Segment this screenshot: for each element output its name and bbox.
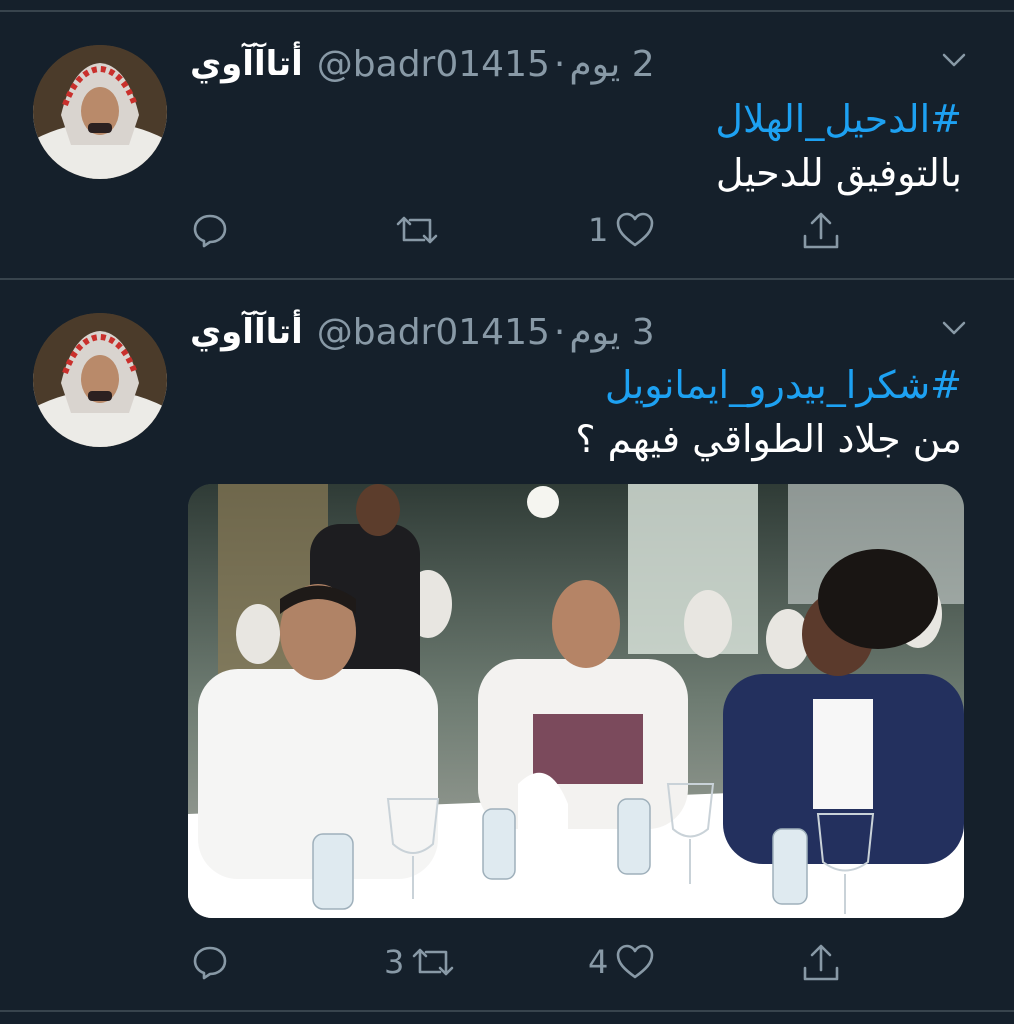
share-button[interactable]: [800, 942, 848, 984]
retweet-icon: [410, 942, 456, 982]
user-handle[interactable]: @badr01415: [317, 312, 550, 353]
tweet-photo[interactable]: [188, 484, 964, 918]
heart-icon: [614, 942, 656, 982]
timestamp[interactable]: 3 يوم: [569, 312, 654, 353]
chevron-down-icon[interactable]: [940, 314, 968, 342]
tweet-header: أتاآآوي @badr01415 · 3 يوم: [190, 310, 655, 354]
display-name[interactable]: أتاآآوي: [190, 44, 303, 84]
retweet-icon: [394, 210, 440, 250]
like-button[interactable]: 1: [588, 210, 656, 250]
reply-button[interactable]: [190, 942, 236, 982]
display-name[interactable]: أتاآآوي: [190, 312, 303, 352]
like-count: 1: [588, 211, 609, 249]
hashtag-link[interactable]: #شكرا_بيدرو_ايمانويل: [575, 358, 962, 412]
tweet-body: #الدحيل_الهلال بالتوفيق للدحيل: [715, 92, 962, 200]
tweet-text: بالتوفيق للدحيل: [715, 151, 962, 195]
retweet-count: 3: [384, 943, 405, 981]
reply-icon: [190, 210, 230, 250]
like-button[interactable]: 4: [588, 942, 656, 982]
tweet[interactable]: أتاآآوي @badr01415 · 3 يوم #شكرا_بيدرو_ا…: [0, 280, 1014, 1004]
heart-icon: [614, 210, 656, 250]
tweet-body: #شكرا_بيدرو_ايمانويل من جلاد الطواقي فيه…: [575, 358, 962, 466]
reply-icon: [190, 942, 230, 982]
avatar[interactable]: [33, 313, 167, 447]
retweet-button[interactable]: 3: [384, 942, 456, 982]
chevron-down-icon[interactable]: [940, 46, 968, 74]
tweet-actions: 3 4: [0, 942, 1014, 992]
avatar[interactable]: [33, 45, 167, 179]
tweet[interactable]: أتاآآوي @badr01415 · 2 يوم #الدحيل_الهلا…: [0, 12, 1014, 278]
bottom-divider: [0, 1010, 1014, 1012]
user-handle[interactable]: @badr01415: [317, 44, 550, 85]
reply-button[interactable]: [190, 210, 236, 250]
separator-dot: ·: [553, 311, 566, 353]
tweet-header: أتاآآوي @badr01415 · 2 يوم: [190, 42, 655, 86]
like-count: 4: [588, 943, 609, 981]
hashtag-link[interactable]: #الدحيل_الهلال: [715, 92, 962, 146]
timestamp[interactable]: 2 يوم: [569, 44, 654, 85]
share-icon: [800, 210, 842, 252]
tweet-actions: 1: [0, 210, 1014, 260]
separator-dot: ·: [553, 43, 566, 85]
share-button[interactable]: [800, 210, 848, 252]
share-icon: [800, 942, 842, 984]
tweet-text: من جلاد الطواقي فيهم ؟: [575, 417, 962, 461]
retweet-button[interactable]: [388, 210, 440, 250]
